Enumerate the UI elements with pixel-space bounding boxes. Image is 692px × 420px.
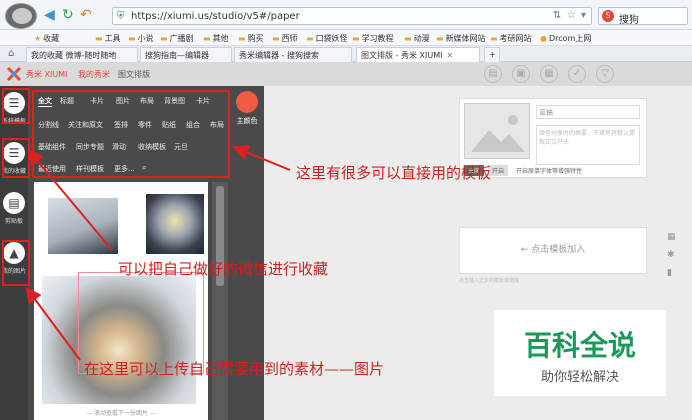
tab-strip: ⌂ 我的收藏 微博-随时随地 搜狗指南—编辑器 秀米编辑器 - 搜狗搜索 图文排… — [0, 46, 692, 62]
folder-icon: ▬ — [352, 34, 360, 43]
watermark-title: 百科全说 — [523, 329, 636, 362]
drop-hint: 点击插入正文的模板或拖拽 — [459, 278, 520, 284]
bookmark-item[interactable]: ▬ 购买 — [238, 33, 264, 44]
address-bar[interactable]: ⛨ https://xiumi.us/studio/v5#/paper ⇅ ☆ … — [112, 7, 592, 25]
share-icon[interactable]: ⇅ — [553, 10, 561, 21]
nav-layout[interactable]: 图文排版 — [118, 69, 150, 80]
bookmark-item[interactable]: ▬ 考研网站 — [490, 33, 532, 44]
bookmark-item[interactable]: ▬ 学习教程 — [352, 33, 394, 44]
folder-icon: ▬ — [272, 34, 280, 43]
bookmarks-bar: ★ 收藏 ▬ 工具 ▬ 小说 ▬ 广播剧 ▬ 其他 ▬ 购买 ▬ 西师 ▬ 口袋妖怪 ▬ 学习教程… — [0, 30, 692, 46]
undo-icon[interactable]: ↶ — [80, 7, 92, 23]
image-thumbnail[interactable] — [48, 198, 118, 254]
folder-icon: ▬ — [404, 34, 412, 43]
print-icon[interactable]: ▦ — [540, 65, 558, 83]
app-header: 秀米 XIUMI 我的秀米 图文排版 ▤ ▣ ▦ ✓ ▽ — [0, 62, 692, 86]
star-icon: ★ — [34, 34, 42, 43]
main-color-picker[interactable]: 主颜色 — [232, 91, 262, 126]
highlight-box-categories — [32, 90, 230, 178]
search-text: 搜狗 — [619, 15, 639, 26]
image-icon — [471, 115, 525, 152]
shield-icon: ⛨ — [117, 11, 125, 22]
annotation-templates: 这里有很多可以直接用的模板 — [296, 164, 492, 182]
folder-icon: ▬ — [436, 34, 444, 43]
link-icon: ● — [540, 34, 547, 43]
share-option-label: 开启原单字体等增强特性 — [516, 168, 583, 175]
star-icon[interactable]: ☆ — [567, 10, 576, 21]
bookmark-item[interactable]: ▬ 西师 — [272, 33, 298, 44]
annotation-favorites: 可以把自己做好的微信进行收藏 — [118, 260, 329, 278]
bookmark-item[interactable]: ▬ 新媒体网站 — [436, 33, 486, 44]
close-icon[interactable]: ✕ — [446, 51, 453, 60]
title-input[interactable]: 草稿 — [536, 105, 640, 119]
folder-icon: ▬ — [128, 34, 136, 43]
bookmark-item[interactable]: ● Drcom上网 — [540, 33, 591, 44]
folder-icon: ▬ — [306, 34, 314, 43]
folder-icon: ▬ — [95, 34, 103, 43]
bookmark-item[interactable]: ▬ 广播剧 — [160, 33, 194, 44]
refresh-icon[interactable]: ↻ — [62, 7, 74, 23]
watermark-subtitle: 助你轻松解决 — [540, 370, 619, 385]
search-box[interactable]: S 搜狗 — [598, 7, 688, 26]
folder-icon[interactable]: ▤ — [484, 65, 502, 83]
back-icon[interactable]: ◀ — [44, 7, 55, 23]
scrollbar[interactable] — [212, 182, 228, 420]
summary-input[interactable]: 微信分享时的摘要，不填写将默认提取正文开头 — [536, 125, 640, 165]
watermark: 百科全说 助你轻松解决 — [494, 310, 666, 396]
new-tab-button[interactable]: + — [484, 47, 500, 62]
chevron-down-icon[interactable]: ▾ — [581, 10, 586, 21]
xiumi-logo-icon — [6, 66, 22, 82]
sidebar-item-clipboard[interactable]: ▤ 剪贴板 — [0, 192, 28, 225]
save-icon[interactable]: ▣ — [512, 65, 530, 83]
highlight-box-templates — [2, 88, 30, 124]
tab-weibo[interactable]: 我的收藏 微博-随时随地 — [26, 47, 138, 62]
grid-icon[interactable]: ▦ — [667, 232, 676, 242]
template-drop-zone[interactable]: ← 点击模板加入 — [459, 227, 647, 274]
check-icon[interactable]: ✓ — [568, 65, 586, 83]
url-text: https://xiumi.us/studio/v5#/paper — [131, 11, 300, 22]
tab-sogou-search[interactable]: 秀米编辑器 - 搜狗搜索 — [234, 47, 352, 62]
folder-icon: ▬ — [160, 34, 168, 43]
color-swatch — [236, 91, 258, 113]
stats-icon[interactable]: ▮ — [667, 268, 672, 278]
image-thumbnail[interactable] — [146, 194, 204, 254]
gallery-footer: — 滚动查看下一份图片 — — [86, 410, 156, 417]
tab-xiumi[interactable]: 图文排版 - 秀米 XIUMI ✕ — [356, 47, 480, 62]
logo-text: 秀米 XIUMI — [26, 70, 68, 79]
bookmark-item[interactable]: ▬ 工具 — [95, 33, 121, 44]
home-icon[interactable]: ⌂ — [8, 46, 14, 62]
sogou-icon: S — [602, 10, 614, 22]
highlight-box-favorites — [2, 138, 30, 178]
folder-icon: ▬ — [203, 34, 211, 43]
folder-icon: ▬ — [490, 34, 498, 43]
tab-sogou-guide[interactable]: 搜狗指南—编辑器 — [140, 47, 232, 62]
browser-toolbar: ◀ ↻ ↶ ⛨ https://xiumi.us/studio/v5#/pape… — [0, 0, 692, 30]
clipboard-icon: ▤ — [3, 192, 25, 214]
avatar[interactable] — [5, 3, 37, 29]
highlight-box-images — [2, 240, 30, 286]
settings-icon[interactable]: ✱ — [667, 250, 675, 260]
annotation-images: 在这里可以上传自己需要用到的素材——图片 — [84, 360, 385, 378]
bookmark-item[interactable]: ▬ 口袋妖怪 — [306, 33, 348, 44]
folder-icon: ▬ — [238, 34, 246, 43]
bookmark-item[interactable]: ★ 收藏 — [34, 33, 59, 44]
bookmark-item[interactable]: ▬ 其他 — [203, 33, 229, 44]
cover-image-placeholder[interactable] — [464, 103, 530, 159]
bookmark-item[interactable]: ▬ 小说 — [128, 33, 154, 44]
bookmark-item[interactable]: ▬ 动漫 — [404, 33, 430, 44]
dropdown-icon[interactable]: ▽ — [596, 65, 614, 83]
nav-my-xiumi[interactable]: 我的秀米 — [78, 69, 110, 80]
